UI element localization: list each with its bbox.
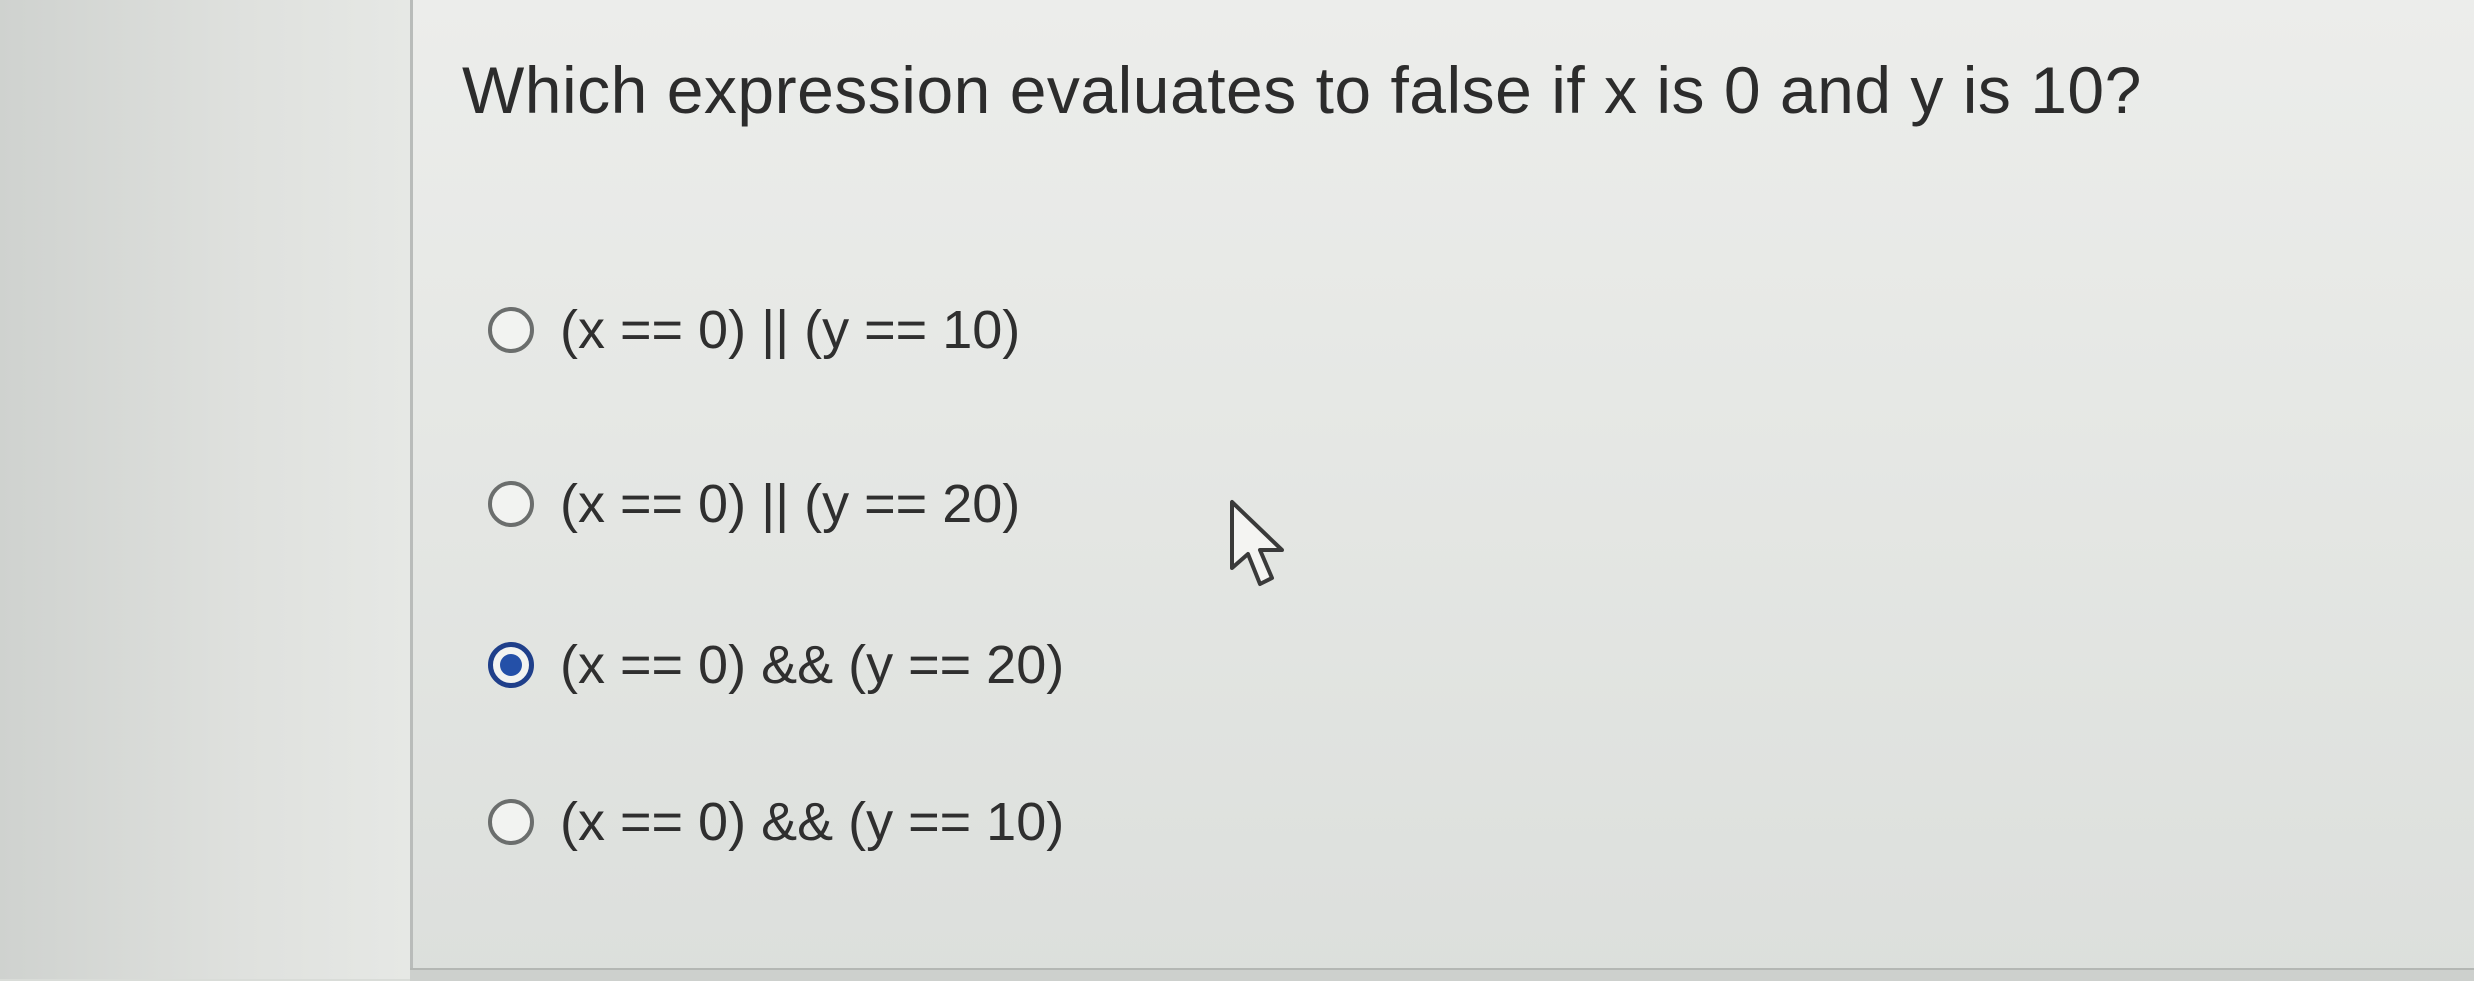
radio-button-option-2[interactable]	[488, 481, 534, 527]
left-margin	[0, 0, 410, 979]
pointer-cursor-icon	[1230, 500, 1284, 586]
answer-option-3[interactable]: (x == 0) && (y == 20)	[488, 629, 1064, 701]
option-1-label: (x == 0) || (y == 10)	[560, 300, 1021, 360]
question-text: Which expression evaluates to false if x…	[462, 53, 2142, 127]
radio-button-option-4[interactable]	[488, 799, 534, 845]
radio-button-option-3-selected[interactable]	[488, 642, 534, 688]
option-2-label: (x == 0) || (y == 20)	[560, 474, 1021, 534]
option-3-label: (x == 0) && (y == 20)	[560, 635, 1065, 695]
option-4-label: (x == 0) && (y == 10)	[560, 792, 1065, 852]
radio-button-option-1[interactable]	[488, 307, 534, 353]
answer-option-2[interactable]: (x == 0) || (y == 20)	[488, 468, 1020, 540]
card-divider	[410, 968, 2474, 981]
answer-option-4[interactable]: (x == 0) && (y == 10)	[488, 786, 1064, 858]
answer-option-1[interactable]: (x == 0) || (y == 10)	[488, 294, 1020, 366]
